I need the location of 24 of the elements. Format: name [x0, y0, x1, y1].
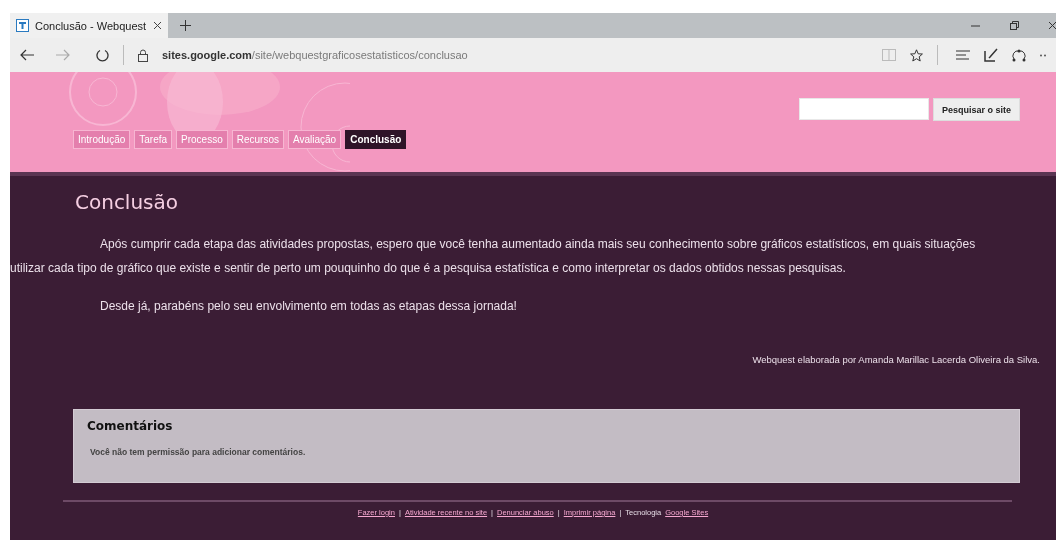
tab-title: Conclusão - Webquest	[35, 19, 147, 32]
note-icon[interactable]	[984, 48, 998, 62]
hub-icon[interactable]	[956, 50, 970, 60]
search-field[interactable]	[798, 98, 929, 120]
nav-tab[interactable]: Conclusão	[345, 130, 407, 149]
share-icon[interactable]	[1012, 48, 1026, 62]
search-button[interactable]: Pesquisar o site	[932, 98, 1020, 121]
refresh-icon[interactable]	[96, 48, 109, 62]
lock-icon	[138, 48, 148, 62]
more-icon[interactable]	[1040, 53, 1046, 57]
comments-message: Você não tem permissão para adicionar comentários.	[89, 447, 307, 457]
page-icon	[16, 19, 29, 32]
close-icon[interactable]	[1049, 21, 1056, 30]
paragraph: Desde já, parabéns pelo seu envolvimento em todas as etapas dessa jornada!	[99, 298, 518, 315]
page-title: Conclusão	[74, 189, 180, 216]
back-icon[interactable]	[20, 49, 34, 61]
star-icon[interactable]	[910, 48, 923, 62]
author-credit: Webquest elaborada por Amanda Marillac Lacerda Oliveira da Silva.	[751, 353, 1040, 367]
close-icon[interactable]	[153, 21, 162, 30]
paragraph: Após cumprir cada etapa das atividades propostas, espero que você tenha aumentado ainda mais seu conhecimento sobre gráficos estatísticos, em quais situações utilizar cada tipo de gráfico que existe e sentir de perto um pouquinho do que é a pesquisa estatística e como interpretar os dados obtidos nessas pesquisas.	[10, 236, 977, 277]
comments-title: Comentários	[87, 419, 174, 433]
browser-tab[interactable]: Conclusão - Webquest	[10, 13, 168, 38]
plus-icon[interactable]	[180, 20, 191, 31]
restore-icon[interactable]	[1010, 21, 1019, 30]
